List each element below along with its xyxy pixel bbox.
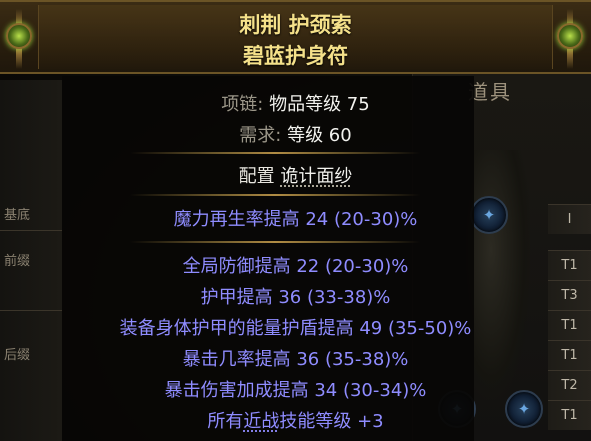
- tier-label: T2: [548, 370, 591, 400]
- tier-label: T1: [548, 400, 591, 430]
- tier-label: T3: [548, 280, 591, 310]
- tier-column: I T1 T3 T1 T1 T2 T1: [548, 196, 591, 441]
- tier-label: I: [548, 204, 591, 234]
- tier-label: T1: [548, 340, 591, 370]
- suffix-tag: 后缀: [4, 348, 31, 363]
- character-figure: [452, 150, 530, 400]
- tier-label: T1: [548, 310, 591, 340]
- gem-socket[interactable]: [505, 390, 543, 428]
- gem-socket[interactable]: [470, 196, 508, 234]
- gem-socket[interactable]: [438, 390, 476, 428]
- left-crafting-panel: 基底 前缀 后缀: [0, 80, 62, 441]
- divider: [0, 230, 62, 231]
- base-tag: 基底: [4, 208, 31, 223]
- tier-label: T1: [548, 250, 591, 280]
- divider: [0, 310, 62, 311]
- prefix-tag: 前缀: [4, 254, 31, 269]
- inventory-title: 道具: [468, 80, 512, 104]
